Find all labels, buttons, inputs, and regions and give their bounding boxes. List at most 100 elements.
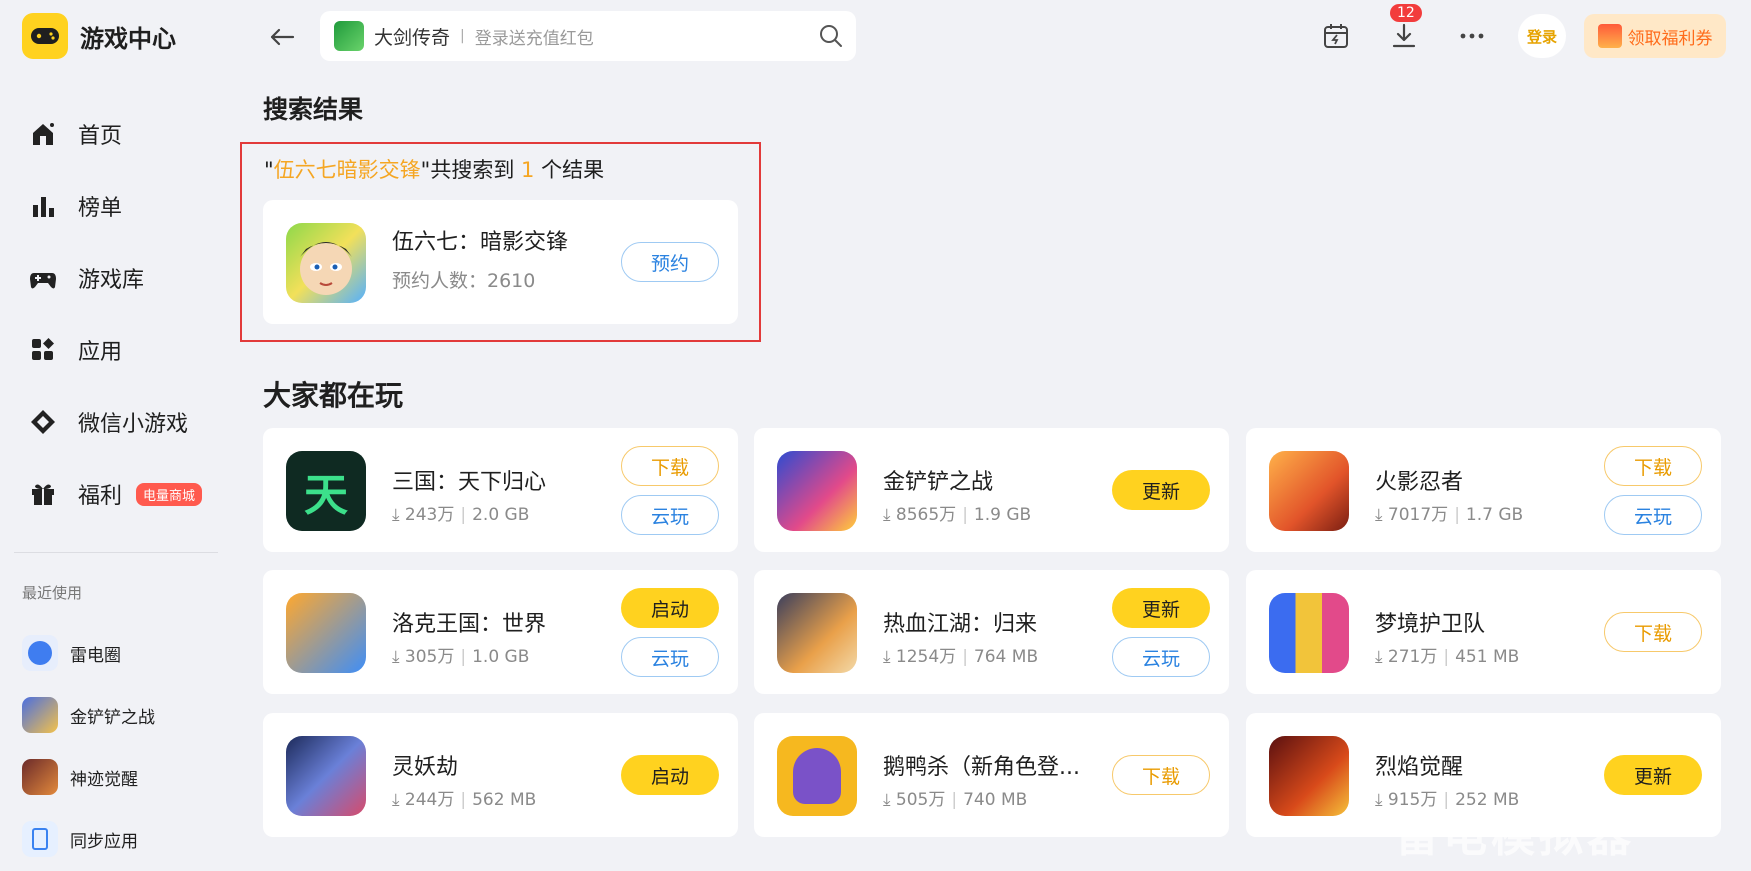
- summary-query: 伍六七暗影交锋: [273, 158, 421, 182]
- sidebar-item-label: 微信小游戏: [78, 412, 189, 437]
- recent-item-label: 金铲铲之战: [70, 707, 155, 728]
- sidebar-item-label: 福利: [78, 484, 123, 509]
- summary-mid: "共搜索到: [420, 158, 522, 182]
- sync-app-icon: [22, 821, 58, 857]
- game-name: 洛克王国：世界: [392, 612, 547, 637]
- game-icon: [777, 451, 857, 531]
- game-card[interactable]: 天 三国：天下归心 ⤓ 243万 | 2.0 GB 下载 云玩: [263, 428, 738, 552]
- download-count: 244万: [404, 790, 455, 810]
- game-card[interactable]: 鹅鸭杀（新角色登... ⤓ 505万 | 740 MB 下载: [754, 713, 1229, 837]
- sidebar-nav: 首页 榜单 游戏库 应用 微信小游戏 福利 电量商城: [28, 98, 218, 530]
- cloud-play-button[interactable]: 云玩: [621, 637, 719, 677]
- download-count: 8565万: [895, 505, 957, 525]
- game-meta: ⤓ 243万 | 2.0 GB: [392, 505, 530, 525]
- download-count: 1254万: [895, 647, 957, 667]
- game-icon: [1269, 736, 1349, 816]
- file-size: 1.9 GB: [973, 505, 1032, 525]
- search-icon[interactable]: [818, 23, 844, 49]
- game-card[interactable]: 热血江湖：归来 ⤓ 1254万 | 764 MB 更新 云玩: [754, 570, 1229, 694]
- back-arrow-icon: [270, 28, 295, 46]
- update-button[interactable]: 更新: [1112, 588, 1210, 628]
- calendar-button[interactable]: [1318, 18, 1354, 54]
- game-name: 鹅鸭杀（新角色登...: [883, 755, 1080, 780]
- sidebar-divider: [14, 552, 218, 553]
- game-meta: ⤓ 7017万 | 1.7 GB: [1375, 505, 1524, 525]
- update-button[interactable]: 更新: [1604, 755, 1702, 795]
- gamepad-icon: [28, 263, 58, 293]
- more-button[interactable]: [1454, 18, 1490, 54]
- download-button[interactable]: 下载: [1604, 612, 1702, 652]
- game-card[interactable]: 洛克王国：世界 ⤓ 305万 | 1.0 GB 启动 云玩: [263, 570, 738, 694]
- game-icon: [286, 736, 366, 816]
- cloud-play-button[interactable]: 云玩: [621, 495, 719, 535]
- game-icon: [22, 697, 58, 733]
- download-count: 505万: [895, 790, 946, 810]
- recent-list: 雷电圈 金铲铲之战 神迹觉醒 同步应用: [22, 622, 155, 870]
- game-name: 热血江湖：归来: [883, 612, 1038, 637]
- sidebar-item-welfare[interactable]: 福利 电量商城: [28, 458, 218, 530]
- coupon-label: 领取福利券: [1627, 28, 1713, 49]
- cloud-play-button[interactable]: 云玩: [1604, 495, 1702, 535]
- search-query: 大剑传奇: [374, 26, 451, 49]
- download-button[interactable]: 下载: [1604, 446, 1702, 486]
- sidebar-item-apps[interactable]: 应用: [28, 314, 218, 386]
- game-icon: [777, 736, 857, 816]
- recent-item[interactable]: 神迹觉醒: [22, 746, 155, 808]
- game-name: 火影忍者: [1375, 470, 1464, 495]
- search-game-thumbnail: [334, 21, 364, 51]
- sidebar-item-game-library[interactable]: 游戏库: [28, 242, 218, 314]
- game-card[interactable]: 梦境护卫队 ⤓ 271万 | 451 MB 下载: [1246, 570, 1721, 694]
- search-bar[interactable]: 大剑传奇 | 登录送充值红包: [320, 11, 856, 61]
- update-button[interactable]: 更新: [1112, 470, 1210, 510]
- launch-button[interactable]: 启动: [621, 588, 719, 628]
- sidebar-item-label: 首页: [78, 124, 123, 149]
- game-name: 灵妖劫: [392, 755, 459, 780]
- sidebar-item-rank[interactable]: 榜单: [28, 170, 218, 242]
- game-icon: [22, 759, 58, 795]
- login-button[interactable]: 登录: [1518, 14, 1566, 58]
- cloud-play-button[interactable]: 云玩: [1112, 637, 1210, 677]
- launch-button[interactable]: 启动: [621, 755, 719, 795]
- game-icon: [1269, 593, 1349, 673]
- game-card[interactable]: 金铲铲之战 ⤓ 8565万 | 1.9 GB 更新: [754, 428, 1229, 552]
- download-count: 305万: [404, 647, 455, 667]
- recent-item-label: 同步应用: [70, 831, 138, 852]
- back-button[interactable]: [265, 20, 299, 54]
- game-name: 伍六七：暗影交锋: [392, 230, 569, 255]
- gamepad-logo-icon: [22, 13, 68, 59]
- summary-quote: ": [264, 158, 274, 182]
- download-manager-button[interactable]: [1386, 18, 1422, 54]
- file-size: 740 MB: [963, 790, 1028, 810]
- sidebar-item-wechat-games[interactable]: 微信小游戏: [28, 386, 218, 458]
- sidebar-item-home[interactable]: 首页: [28, 98, 218, 170]
- sidebar-item-label: 应用: [78, 340, 123, 365]
- summary-count: 1: [521, 158, 535, 182]
- reserve-button[interactable]: 预约: [621, 242, 719, 282]
- gift-icon: [1597, 24, 1622, 48]
- file-size: 1.0 GB: [472, 647, 530, 667]
- download-button[interactable]: 下载: [621, 446, 719, 486]
- download-button[interactable]: 下载: [1112, 755, 1210, 795]
- leidian-circle-icon: [22, 635, 58, 671]
- popular-title: 大家都在玩: [263, 379, 404, 412]
- apps-icon: [28, 335, 58, 365]
- wechat-game-icon: [28, 407, 58, 437]
- search-result-card[interactable]: 伍六七：暗影交锋 预约人数：2610 预约: [263, 200, 738, 324]
- coupon-button[interactable]: 领取福利券: [1584, 14, 1726, 58]
- game-card[interactable]: 灵妖劫 ⤓ 244万 | 562 MB 启动: [263, 713, 738, 837]
- shop-badge: 电量商城: [136, 482, 203, 506]
- recent-item[interactable]: 雷电圈: [22, 622, 155, 684]
- file-size: 1.7 GB: [1465, 505, 1524, 525]
- app-title: 游戏中心: [80, 24, 176, 53]
- calendar-icon: [1324, 24, 1348, 48]
- recent-item[interactable]: 金铲铲之战: [22, 684, 155, 746]
- download-count-badge: 12: [1390, 4, 1422, 22]
- brand[interactable]: 游戏中心: [22, 13, 176, 59]
- gift-icon: [28, 479, 58, 509]
- recent-item[interactable]: 同步应用: [22, 808, 155, 870]
- more-icon: [1460, 33, 1484, 39]
- game-card[interactable]: 火影忍者 ⤓ 7017万 | 1.7 GB 下载 云玩: [1246, 428, 1721, 552]
- game-name: 梦境护卫队: [1375, 612, 1486, 637]
- file-size: 2.0 GB: [472, 505, 530, 525]
- result-summary: "伍六七暗影交锋"共搜索到 1 个结果: [264, 154, 604, 184]
